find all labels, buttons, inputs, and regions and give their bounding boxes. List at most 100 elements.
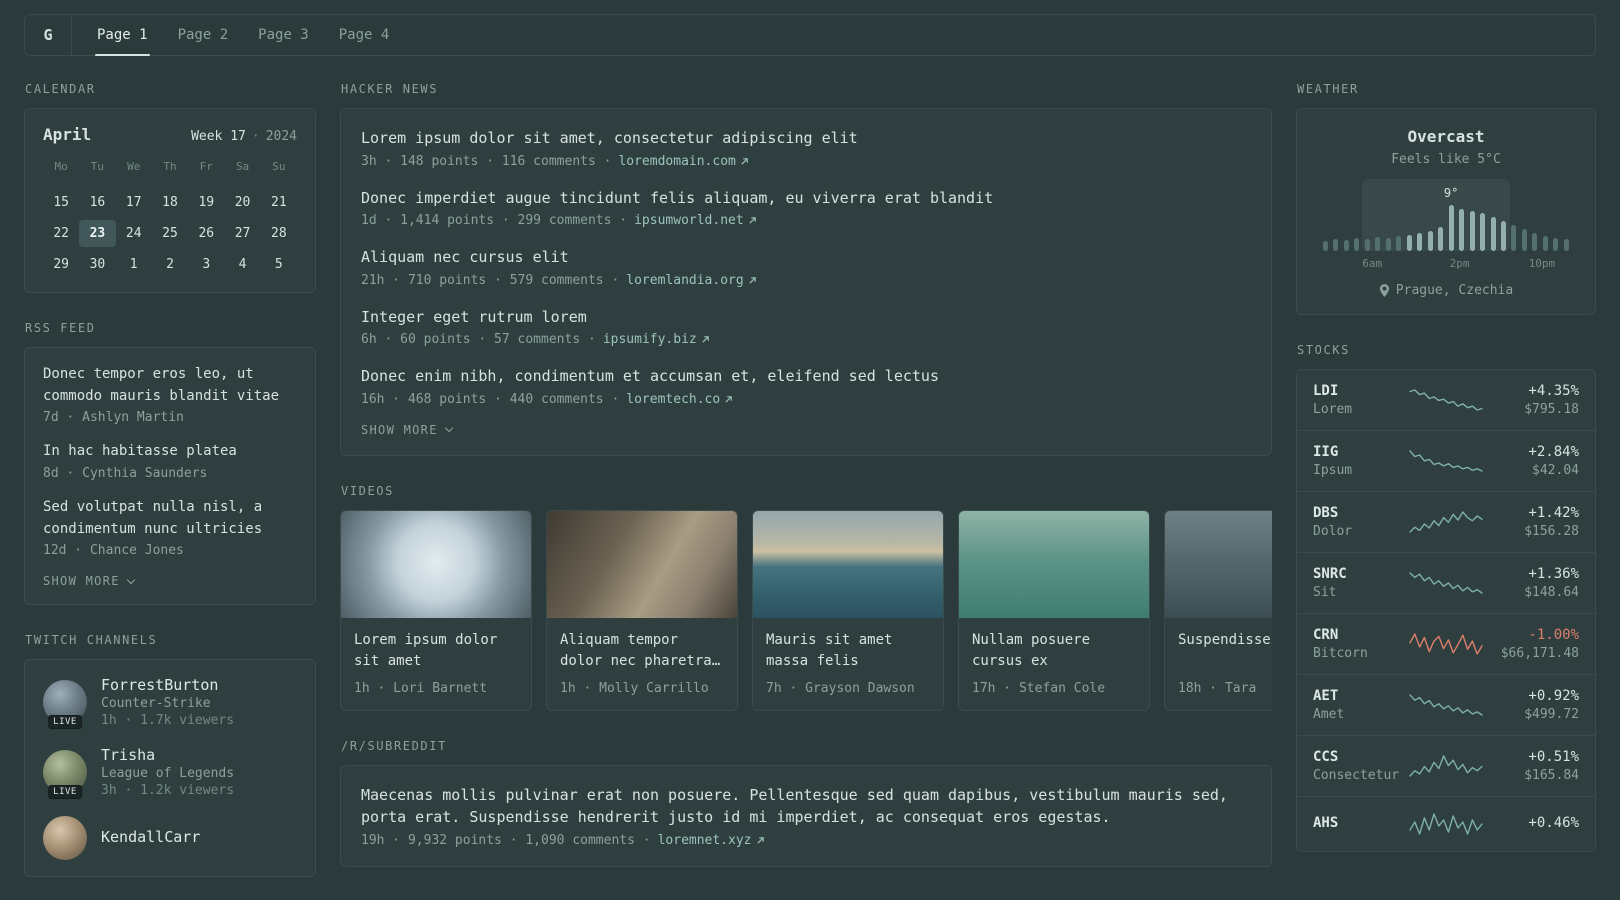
- twitch-channel-row[interactable]: KendallCarr: [43, 816, 297, 861]
- weather-time-axis: 6am 2pm 10pm: [1323, 257, 1569, 271]
- rss-item-meta: 7d · Ashlyn Martin: [43, 410, 184, 426]
- feed-item-domain: ipsumify.biz: [602, 332, 697, 347]
- app-logo[interactable]: G: [25, 15, 72, 55]
- nav-tab[interactable]: Page 3: [243, 15, 324, 55]
- calendar-days-grid: 15 16 17 18 19 20 21 22 23 24 25 26 27 28 29 30 1 2 3 4 5: [43, 189, 297, 278]
- rss-item-title[interactable]: Donec tempor eros leo, ut commodo mauris…: [43, 364, 297, 407]
- stock-change: +2.84%: [1528, 444, 1579, 460]
- stock-numbers: +1.42% $156.28: [1492, 505, 1579, 539]
- stocks-card: LDI Lorem +4.35% $795.18 IIG Ipsum +2.84…: [1296, 369, 1596, 852]
- stock-numbers: +2.84% $42.04: [1492, 444, 1579, 478]
- video-card[interactable]: Aliquam tempor dolor nec pharetra… 1h · …: [546, 509, 738, 711]
- weather-card: Overcast Feels like 5°C 9° 6am 2pm 10pm …: [1296, 108, 1596, 315]
- twitch-channel-row[interactable]: LIVE Trisha League of Legends 3h · 1.2k …: [43, 746, 297, 800]
- weather-bar: [1343, 240, 1349, 251]
- weather-temp-label: 9°: [1443, 186, 1459, 200]
- twitch-channel-name: Trisha: [101, 746, 156, 765]
- hacker-news-card: Lorem ipsum dolor sit amet, consectetur …: [340, 108, 1272, 456]
- calendar-day: 21: [271, 195, 287, 210]
- feed-item-stats: 1d · 1,414 points · 299 comments ·: [361, 213, 628, 228]
- calendar-day: 30: [89, 257, 106, 272]
- feed-item-domain-link[interactable]: loremnet.xyz: [658, 833, 765, 848]
- stock-change: -1.00%: [1528, 627, 1579, 643]
- feed-item-stats: 3h · 148 points · 116 comments ·: [361, 153, 612, 169]
- calendar-day: 23: [79, 220, 116, 247]
- rss-item-title[interactable]: In hac habitasse platea: [43, 441, 297, 463]
- feed-item-title[interactable]: Integer eget rutrum lorem: [361, 306, 1251, 329]
- stock-sparkline: [1408, 508, 1484, 536]
- weather-bar: [1417, 233, 1423, 251]
- rss-show-more-button[interactable]: SHOW MORE: [43, 574, 135, 588]
- stock-change: +4.35%: [1528, 383, 1579, 399]
- feed-item-meta: 1d · 1,414 points · 299 comments · ipsum…: [361, 213, 1251, 228]
- twitch-channel-info: ForrestBurton Counter-Strike 1h · 1.7k v…: [101, 676, 234, 728]
- stock-row[interactable]: LDI Lorem +4.35% $795.18: [1297, 370, 1595, 430]
- nav-tab-label: Page 3: [258, 27, 309, 43]
- video-card[interactable]: Nullam posuere cursus ex 17h · Stefan Co…: [958, 509, 1150, 711]
- external-link-icon: [749, 217, 756, 224]
- feed-item-domain-link[interactable]: ipsumify.biz: [603, 332, 710, 347]
- video-thumbnail: [959, 510, 1149, 618]
- calendar-day: 20: [234, 195, 251, 210]
- video-meta: 7h · Grayson Dawson: [766, 680, 915, 696]
- twitch-widget-title: TWITCH CHANNELS: [25, 633, 158, 648]
- nav-tab[interactable]: Page 4: [324, 15, 405, 55]
- rss-item-title[interactable]: Sed volutpat nulla nisl, a condimentum n…: [43, 497, 297, 540]
- stock-symbol: IIG: [1313, 444, 1339, 460]
- twitch-channel-viewers: 3h · 1.2k viewers: [101, 783, 235, 799]
- feed-item-title[interactable]: Maecenas mollis pulvinar erat non posuer…: [361, 784, 1251, 829]
- feed-item-domain: ipsumworld.net: [634, 213, 744, 228]
- twitch-channel-viewers: 1h · 1.7k viewers: [101, 713, 235, 729]
- feed-item-stats: 19h · 9,932 points · 1,090 comments ·: [361, 832, 651, 848]
- video-card[interactable]: Suspendisse diam 18h · Tara: [1164, 509, 1272, 711]
- stock-name: Bitcorn: [1313, 646, 1368, 661]
- stock-symbol: CCS: [1313, 749, 1339, 765]
- calendar-week-label: Week 17 · 2024: [191, 129, 297, 144]
- stock-row[interactable]: SNRC Sit +1.36% $148.64: [1297, 552, 1595, 613]
- stock-sparkline: [1408, 810, 1484, 838]
- feed-item-domain: loremtech.co: [626, 391, 721, 407]
- calendar-widget-title: CALENDAR: [25, 82, 96, 96]
- video-thumbnail: [341, 510, 531, 618]
- stock-row[interactable]: DBS Dolor +1.42% $156.28: [1297, 491, 1595, 552]
- feed-item-domain-link[interactable]: loremlandia.org: [626, 273, 756, 288]
- twitch-channel-row[interactable]: LIVE ForrestBurton Counter-Strike 1h · 1…: [43, 676, 297, 730]
- feed-item-domain-link[interactable]: loremtech.co: [626, 392, 733, 407]
- feed-item-title[interactable]: Lorem ipsum dolor sit amet, consectetur …: [361, 127, 1251, 150]
- nav-tab[interactable]: Page 2: [163, 15, 244, 55]
- feed-item-domain-link[interactable]: ipsumworld.net: [634, 213, 757, 228]
- feed-item-title[interactable]: Donec enim nibh, condimentum et accumsan…: [361, 365, 1251, 388]
- weather-bars: 9°: [1323, 186, 1569, 251]
- avatar: [43, 816, 87, 861]
- hn-show-more-button[interactable]: SHOW MORE: [361, 423, 453, 437]
- feed-item-domain-link[interactable]: loremdomain.com: [618, 154, 748, 169]
- feed-item-title[interactable]: Donec imperdiet augue tincidunt felis al…: [361, 187, 1251, 210]
- weather-bar: 9°: [1444, 186, 1458, 251]
- video-card[interactable]: Lorem ipsum dolor sit amet consectetu… 1…: [340, 509, 532, 711]
- live-badge: LIVE: [48, 785, 82, 800]
- stock-symbol: AHS: [1313, 814, 1339, 831]
- stock-identifiers: CRN Bitcorn: [1313, 627, 1400, 661]
- feed-item-meta: 16h · 468 points · 440 comments · loremt…: [361, 392, 1251, 407]
- feed-item-domain: loremlandia.org: [626, 272, 744, 288]
- video-card-body: Lorem ipsum dolor sit amet consectetu… 1…: [341, 618, 531, 710]
- chevron-down-icon: [444, 423, 453, 433]
- twitch-channel-game: League of Legends: [101, 766, 235, 782]
- stock-price: $499.72: [1524, 707, 1579, 722]
- stock-row[interactable]: IIG Ipsum +2.84% $42.04: [1297, 430, 1595, 491]
- calendar-day: 29: [53, 257, 69, 272]
- stock-row[interactable]: AHS +0.46%: [1297, 796, 1595, 851]
- twitch-channel-name: KendallCarr: [101, 828, 201, 847]
- rss-widget-title: RSS FEED: [25, 321, 96, 335]
- feed-item-title[interactable]: Aliquam nec cursus elit: [361, 246, 1251, 269]
- video-title: Nullam posuere cursus ex: [972, 631, 1091, 669]
- stock-name: Sit: [1313, 585, 1337, 600]
- stock-identifiers: CCS Consectetur: [1313, 749, 1400, 783]
- stock-row[interactable]: AET Amet +0.92% $499.72: [1297, 674, 1595, 735]
- nav-tab[interactable]: Page 1: [82, 15, 163, 56]
- video-title: Suspendisse diam: [1178, 631, 1272, 648]
- feed-item-stats: 16h · 468 points · 440 comments ·: [361, 391, 620, 407]
- stock-row[interactable]: CRN Bitcorn -1.00% $66,171.48: [1297, 613, 1595, 674]
- stock-row[interactable]: CCS Consectetur +0.51% $165.84: [1297, 735, 1595, 796]
- video-card[interactable]: Mauris sit amet massa felis 7h · Grayson…: [752, 509, 944, 711]
